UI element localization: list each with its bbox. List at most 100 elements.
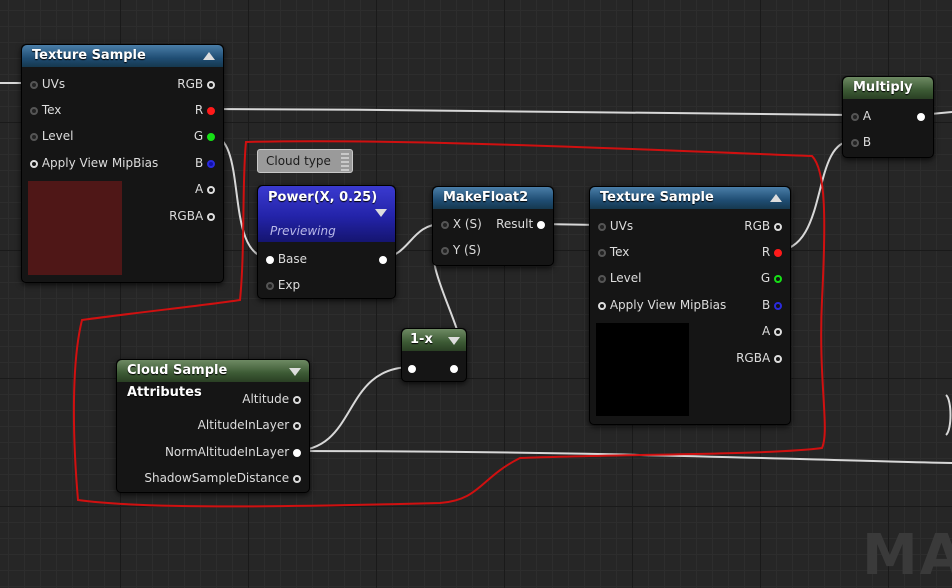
pin-icon	[293, 474, 301, 483]
pin-icon	[30, 159, 38, 168]
pin-g[interactable]: G	[194, 129, 215, 143]
pin-icon	[774, 274, 782, 283]
pin-icon	[774, 222, 782, 231]
pin-icon	[774, 327, 782, 336]
pin-icon	[441, 246, 449, 255]
makefloat2-node[interactable]: MakeFloat2 X (S) Y (S) Result	[432, 186, 554, 266]
node-header[interactable]: Cloud Sample Attributes	[117, 360, 309, 400]
pin-altitude[interactable]: Altitude	[242, 392, 301, 406]
pin-icon	[598, 248, 606, 257]
node-header[interactable]: Power(X, 0.25) Previewing	[258, 186, 395, 242]
pin-level[interactable]: Level	[598, 271, 642, 285]
node-title: Power(X, 0.25)	[268, 190, 378, 205]
collapse-arrow-icon[interactable]	[289, 368, 301, 376]
pin-uvs[interactable]: UVs	[30, 77, 65, 91]
pin-icon	[207, 159, 215, 168]
collapse-arrow-icon[interactable]	[448, 337, 460, 345]
pin-output[interactable]	[917, 109, 925, 123]
collapse-arrow-icon[interactable]	[770, 194, 782, 202]
pin-icon	[266, 281, 274, 290]
wire-norm-to-right	[291, 450, 952, 464]
pin-b[interactable]: B	[762, 298, 782, 312]
pin-icon	[774, 354, 782, 363]
node-title: MakeFloat2	[443, 190, 529, 205]
pin-icon	[30, 132, 38, 141]
pin-icon	[598, 274, 606, 283]
texture-preview	[28, 181, 122, 275]
node-header[interactable]: Texture Sample	[590, 187, 790, 209]
pin-icon	[851, 138, 859, 147]
wire-norm-to-oneminus	[291, 366, 413, 452]
pin-icon	[537, 220, 545, 229]
pin-x[interactable]: X (S)	[441, 217, 482, 231]
collapse-arrow-icon[interactable]	[203, 52, 215, 60]
node-title: Texture Sample	[32, 48, 146, 63]
one-minus-node[interactable]: 1-x	[401, 328, 467, 382]
pin-a[interactable]: A	[851, 109, 871, 123]
pin-b[interactable]: B	[851, 135, 871, 149]
previewing-label: Previewing	[270, 224, 336, 238]
grip-icon[interactable]	[341, 153, 349, 171]
pin-norm-altitude-in-layer[interactable]: NormAltitudeInLayer	[165, 445, 301, 459]
pin-r[interactable]: R	[762, 245, 782, 259]
pin-y[interactable]: Y (S)	[441, 243, 481, 257]
node-header[interactable]: Texture Sample	[22, 45, 223, 67]
pin-icon	[266, 255, 274, 264]
pin-a[interactable]: A	[762, 324, 782, 338]
pin-level[interactable]: Level	[30, 129, 74, 143]
pin-icon	[207, 106, 215, 115]
node-title: 1-x	[410, 332, 433, 347]
multiply-node[interactable]: Multiply A B	[842, 76, 934, 158]
pin-apply-view-mipbias[interactable]: Apply View MipBias	[30, 156, 158, 170]
pin-tex[interactable]: Tex	[598, 245, 629, 259]
pin-b[interactable]: B	[195, 156, 215, 170]
pin-icon	[293, 421, 301, 430]
pin-icon	[450, 364, 458, 373]
wire-tex1-r-to-multiply-a	[209, 108, 853, 116]
pin-output[interactable]	[379, 252, 387, 266]
node-title: Multiply	[853, 80, 913, 95]
watermark-text: MA	[862, 523, 952, 588]
wire-right-edge	[945, 394, 952, 436]
node-header[interactable]: MakeFloat2	[433, 187, 553, 209]
pin-icon	[774, 248, 782, 257]
pin-icon	[207, 185, 215, 194]
pin-output[interactable]	[450, 361, 458, 375]
pin-r[interactable]: R	[195, 103, 215, 117]
pin-base[interactable]: Base	[266, 252, 307, 266]
pin-a[interactable]: A	[195, 182, 215, 196]
node-header[interactable]: 1-x	[402, 329, 466, 351]
pin-shadow-sample-distance[interactable]: ShadowSampleDistance	[144, 471, 301, 485]
cloud-sample-attributes-node[interactable]: Cloud Sample Attributes Altitude Altitud…	[116, 359, 310, 493]
comment-bubble[interactable]: Cloud type	[257, 149, 353, 173]
pin-uvs[interactable]: UVs	[598, 219, 633, 233]
pin-icon	[207, 212, 215, 221]
pin-apply-view-mipbias[interactable]: Apply View MipBias	[598, 298, 726, 312]
pin-rgb[interactable]: RGB	[744, 219, 782, 233]
pin-icon	[30, 80, 38, 89]
pin-icon	[379, 255, 387, 264]
pin-icon	[293, 448, 301, 457]
pin-tex[interactable]: Tex	[30, 103, 61, 117]
pin-input[interactable]	[408, 361, 416, 375]
node-header[interactable]: Multiply	[843, 77, 933, 99]
pin-icon	[917, 112, 925, 121]
pin-icon	[598, 222, 606, 231]
pin-icon	[207, 80, 215, 89]
pin-rgba[interactable]: RGBA	[736, 351, 782, 365]
pin-result[interactable]: Result	[496, 217, 545, 231]
pin-g[interactable]: G	[761, 271, 782, 285]
node-title: Cloud Sample Attributes	[127, 363, 228, 400]
collapse-arrow-icon[interactable]	[375, 209, 387, 217]
pin-rgba[interactable]: RGBA	[169, 209, 215, 223]
pin-altitude-in-layer[interactable]: AltitudeInLayer	[198, 418, 301, 432]
power-node[interactable]: Power(X, 0.25) Previewing Base Exp	[257, 185, 396, 299]
pin-icon	[293, 395, 301, 404]
pin-icon	[851, 112, 859, 121]
pin-icon	[207, 132, 215, 141]
texture-sample-node-2[interactable]: Texture Sample UVs Tex Level Apply View …	[589, 186, 791, 425]
comment-text: Cloud type	[266, 154, 331, 168]
texture-sample-node-1[interactable]: Texture Sample UVs Tex Level Apply View …	[21, 44, 224, 283]
pin-exp[interactable]: Exp	[266, 278, 300, 292]
pin-rgb[interactable]: RGB	[177, 77, 215, 91]
